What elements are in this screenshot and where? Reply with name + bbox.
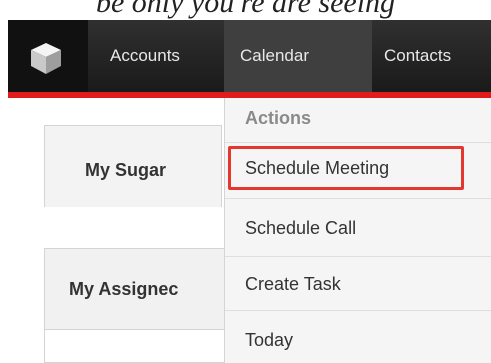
menu-divider (225, 310, 491, 311)
nav-item-accounts[interactable]: Accounts (88, 20, 234, 92)
calendar-dropdown-menu: Actions Schedule Meeting Schedule Call C… (224, 98, 491, 363)
dashlet-panel: My Assignec (44, 248, 234, 363)
menu-item-create-task[interactable]: Create Task (245, 274, 341, 295)
dashlet-header[interactable]: My Assignec (45, 249, 233, 330)
menu-item-schedule-call[interactable]: Schedule Call (245, 218, 356, 239)
menu-item-today[interactable]: Today (245, 330, 293, 351)
tab-my-sugar[interactable]: My Sugar (44, 125, 222, 207)
menu-divider (225, 256, 491, 257)
page-caption: be only you're are seeing (95, 0, 396, 19)
nav-item-calendar[interactable]: Calendar (224, 20, 372, 92)
dashlet-title: My Assignec (69, 279, 179, 299)
cube-icon (31, 43, 61, 74)
menu-heading-actions: Actions (245, 108, 312, 128)
menu-divider (225, 142, 491, 143)
menu-divider (225, 198, 491, 199)
nav-item-contacts[interactable]: Contacts (362, 20, 491, 92)
logo-button[interactable] (8, 20, 88, 92)
tab-my-sugar-label: My Sugar (85, 160, 167, 180)
highlight-box (228, 146, 464, 190)
